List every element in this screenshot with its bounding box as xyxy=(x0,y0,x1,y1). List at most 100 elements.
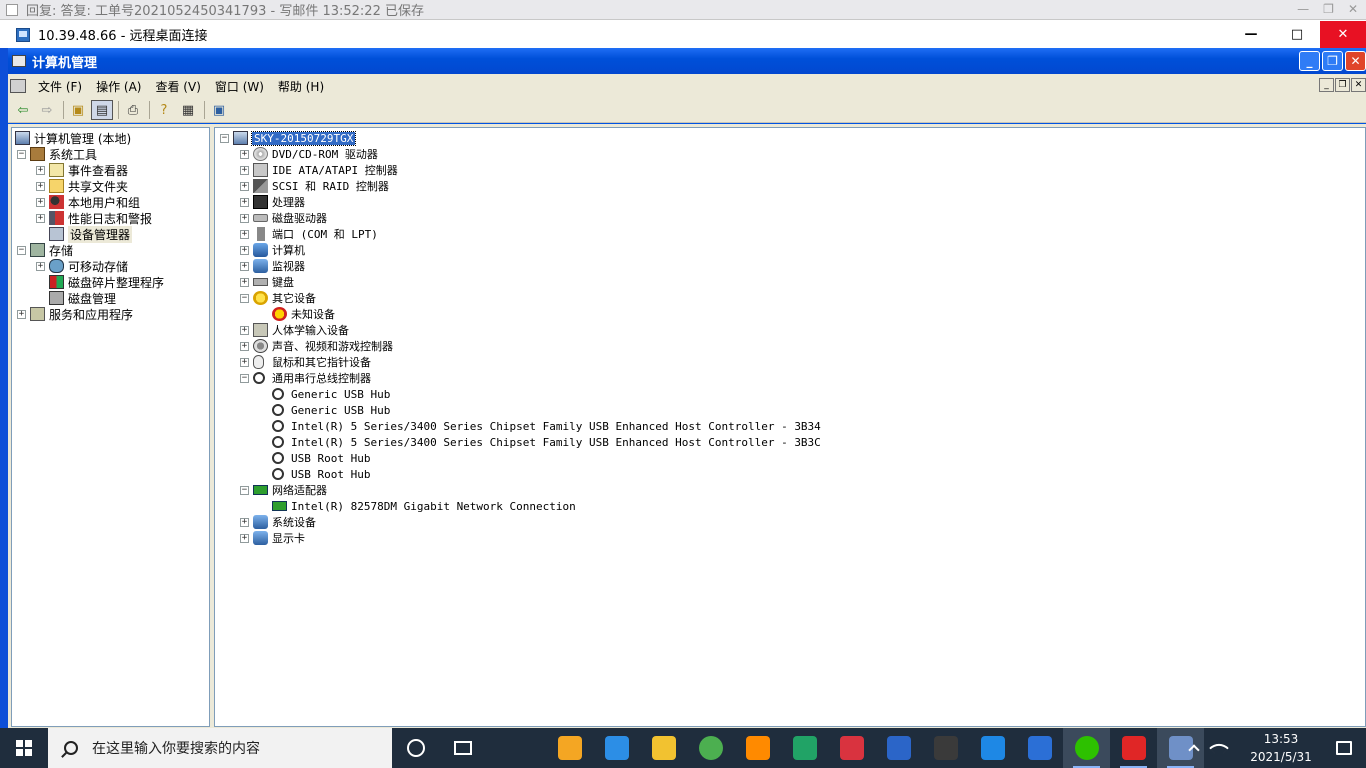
word-taskbar-button[interactable] xyxy=(1016,728,1063,768)
clock[interactable]: 13:53 2021/5/31 xyxy=(1240,730,1322,766)
rdp-minimize-button[interactable]: — xyxy=(1228,21,1274,48)
device-node-scsi[interactable]: + SCSI 和 RAID 控制器 xyxy=(240,178,389,194)
mail-taskbar-button[interactable] xyxy=(593,728,640,768)
task-view-button[interactable] xyxy=(439,728,486,768)
up-folder-icon[interactable]: ▣ xyxy=(67,100,89,120)
expand-icon[interactable]: + xyxy=(36,165,45,175)
search-tool-taskbar-button[interactable] xyxy=(734,728,781,768)
menu-window[interactable]: 窗口 (W) xyxy=(211,78,272,95)
collapse-icon[interactable]: − xyxy=(240,373,249,383)
expand-icon[interactable]: + xyxy=(240,517,249,527)
device-node-computer[interactable]: + 计算机 xyxy=(240,242,305,258)
menu-view[interactable]: 查看 (V) xyxy=(151,78,208,95)
collapse-icon[interactable]: − xyxy=(240,485,249,495)
device-node-ide[interactable]: + IDE ATA/ATAPI 控制器 xyxy=(240,162,398,178)
expand-icon[interactable]: + xyxy=(240,533,249,543)
start-button[interactable] xyxy=(0,728,48,768)
tree-node-root[interactable]: 计算机管理 (本地) xyxy=(15,130,131,146)
store-taskbar-button[interactable] xyxy=(546,728,593,768)
device-node-usb-hub[interactable]: Generic USB Hub xyxy=(272,386,390,402)
music-taskbar-button[interactable] xyxy=(828,728,875,768)
device-node-network-adapters[interactable]: − 网络适配器 xyxy=(240,482,327,498)
expand-icon[interactable]: + xyxy=(240,181,249,191)
device-node-processor[interactable]: + 处理器 xyxy=(240,194,305,210)
rdp-close-button[interactable]: ✕ xyxy=(1320,21,1366,48)
menu-help[interactable]: 帮助 (H) xyxy=(274,78,332,95)
tree-node-device-manager[interactable]: 设备管理器 xyxy=(36,225,133,243)
cm-minimize-button[interactable]: _ xyxy=(1299,51,1320,71)
child-minimize-button[interactable]: _ xyxy=(1319,78,1334,92)
tree-node-performance-logs[interactable]: + 性能日志和警报 xyxy=(36,210,152,226)
device-node-network-card[interactable]: Intel(R) 82578DM Gigabit Network Connect… xyxy=(272,498,576,514)
taskbar-search-box[interactable]: 在这里输入你要搜索的内容 xyxy=(48,728,392,768)
device-node-usb-host-controller[interactable]: Intel(R) 5 Series/3400 Series Chipset Fa… xyxy=(272,418,821,434)
device-node-sound[interactable]: + 声音、视频和游戏控制器 xyxy=(240,338,393,354)
app-red-taskbar-button[interactable] xyxy=(1110,728,1157,768)
expand-icon[interactable]: + xyxy=(240,245,249,255)
device-node-disk-drives[interactable]: + 磁盘驱动器 xyxy=(240,210,327,226)
expand-icon[interactable]: + xyxy=(240,261,249,271)
properties-icon[interactable]: ▦ xyxy=(177,100,199,120)
network-icon[interactable] xyxy=(1209,738,1229,758)
device-node-display-adapters[interactable]: + 显示卡 xyxy=(240,530,305,546)
menu-file[interactable]: 文件 (F) xyxy=(34,78,90,95)
tree-node-event-viewer[interactable]: + 事件查看器 xyxy=(36,162,128,178)
help-icon[interactable]: ? xyxy=(153,100,175,120)
ie-taskbar-button[interactable] xyxy=(969,728,1016,768)
expand-icon[interactable]: + xyxy=(36,181,45,191)
device-node-usb-root-hub[interactable]: USB Root Hub xyxy=(272,450,370,466)
cm-close-button[interactable]: ✕ xyxy=(1345,51,1366,71)
expand-icon[interactable]: + xyxy=(36,197,45,207)
device-node-usb-host-controller[interactable]: Intel(R) 5 Series/3400 Series Chipset Fa… xyxy=(272,434,821,450)
restore-icon[interactable]: ❐ xyxy=(1323,2,1334,16)
tree-node-local-users[interactable]: + 本地用户和组 xyxy=(36,194,140,210)
notification-center-button[interactable] xyxy=(1322,741,1366,755)
rdp-maximize-button[interactable]: □ xyxy=(1274,21,1320,48)
expand-icon[interactable]: + xyxy=(240,277,249,287)
tree-node-defrag[interactable]: 磁盘碎片整理程序 xyxy=(36,274,164,290)
device-node-computer-root[interactable]: − SKY-20150729TGX xyxy=(220,130,357,146)
tree-node-system-tools[interactable]: − 系统工具 xyxy=(17,146,97,162)
device-node-mice[interactable]: + 鼠标和其它指针设备 xyxy=(240,354,371,370)
tree-node-storage[interactable]: − 存储 xyxy=(17,242,73,258)
collapse-icon[interactable]: − xyxy=(220,133,229,143)
device-node-ports[interactable]: + 端口 (COM 和 LPT) xyxy=(240,226,378,242)
forward-icon[interactable]: ⇨ xyxy=(36,100,58,120)
expand-icon[interactable]: + xyxy=(240,213,249,223)
device-node-unknown-device[interactable]: 未知设备 xyxy=(272,306,335,322)
device-scan-icon[interactable]: ▣ xyxy=(208,100,230,120)
spreadsheet-taskbar-button[interactable] xyxy=(781,728,828,768)
wechat-taskbar-button[interactable] xyxy=(1063,728,1110,768)
device-node-keyboards[interactable]: + 键盘 xyxy=(240,274,294,290)
file-explorer-taskbar-button[interactable] xyxy=(640,728,687,768)
back-icon[interactable]: ⇦ xyxy=(12,100,34,120)
expand-icon[interactable]: + xyxy=(240,229,249,239)
expand-icon[interactable]: + xyxy=(17,309,26,319)
cortana-button[interactable] xyxy=(392,728,439,768)
device-node-hid[interactable]: + 人体学输入设备 xyxy=(240,322,349,338)
expand-icon[interactable]: + xyxy=(240,341,249,351)
close-icon[interactable]: ✕ xyxy=(1348,2,1358,16)
chrome-taskbar-button[interactable] xyxy=(687,728,734,768)
expand-icon[interactable]: + xyxy=(240,325,249,335)
device-node-usb-root-hub[interactable]: USB Root Hub xyxy=(272,466,370,482)
minimize-icon[interactable]: — xyxy=(1297,2,1309,16)
show-hide-tree-icon[interactable]: ▤ xyxy=(91,100,113,120)
terminal-taskbar-button[interactable] xyxy=(922,728,969,768)
collapse-icon[interactable]: − xyxy=(17,245,26,255)
tree-node-removable-storage[interactable]: + 可移动存储 xyxy=(36,258,128,274)
child-close-button[interactable]: ✕ xyxy=(1351,78,1366,92)
child-restore-button[interactable]: ❐ xyxy=(1335,78,1350,92)
collapse-icon[interactable]: − xyxy=(240,293,249,303)
expand-icon[interactable]: + xyxy=(240,165,249,175)
expand-icon[interactable]: + xyxy=(240,197,249,207)
cm-restore-button[interactable]: ❐ xyxy=(1322,51,1343,71)
show-hidden-icons-icon[interactable] xyxy=(1188,744,1200,756)
device-node-dvd[interactable]: + DVD/CD-ROM 驱动器 xyxy=(240,146,378,162)
print-icon[interactable]: ⎙ xyxy=(122,100,144,120)
tree-node-disk-management[interactable]: 磁盘管理 xyxy=(36,290,116,306)
tree-node-shared-folders[interactable]: + 共享文件夹 xyxy=(36,178,128,194)
collapse-icon[interactable]: − xyxy=(17,149,26,159)
expand-icon[interactable]: + xyxy=(36,261,45,271)
device-node-monitors[interactable]: + 监视器 xyxy=(240,258,305,274)
